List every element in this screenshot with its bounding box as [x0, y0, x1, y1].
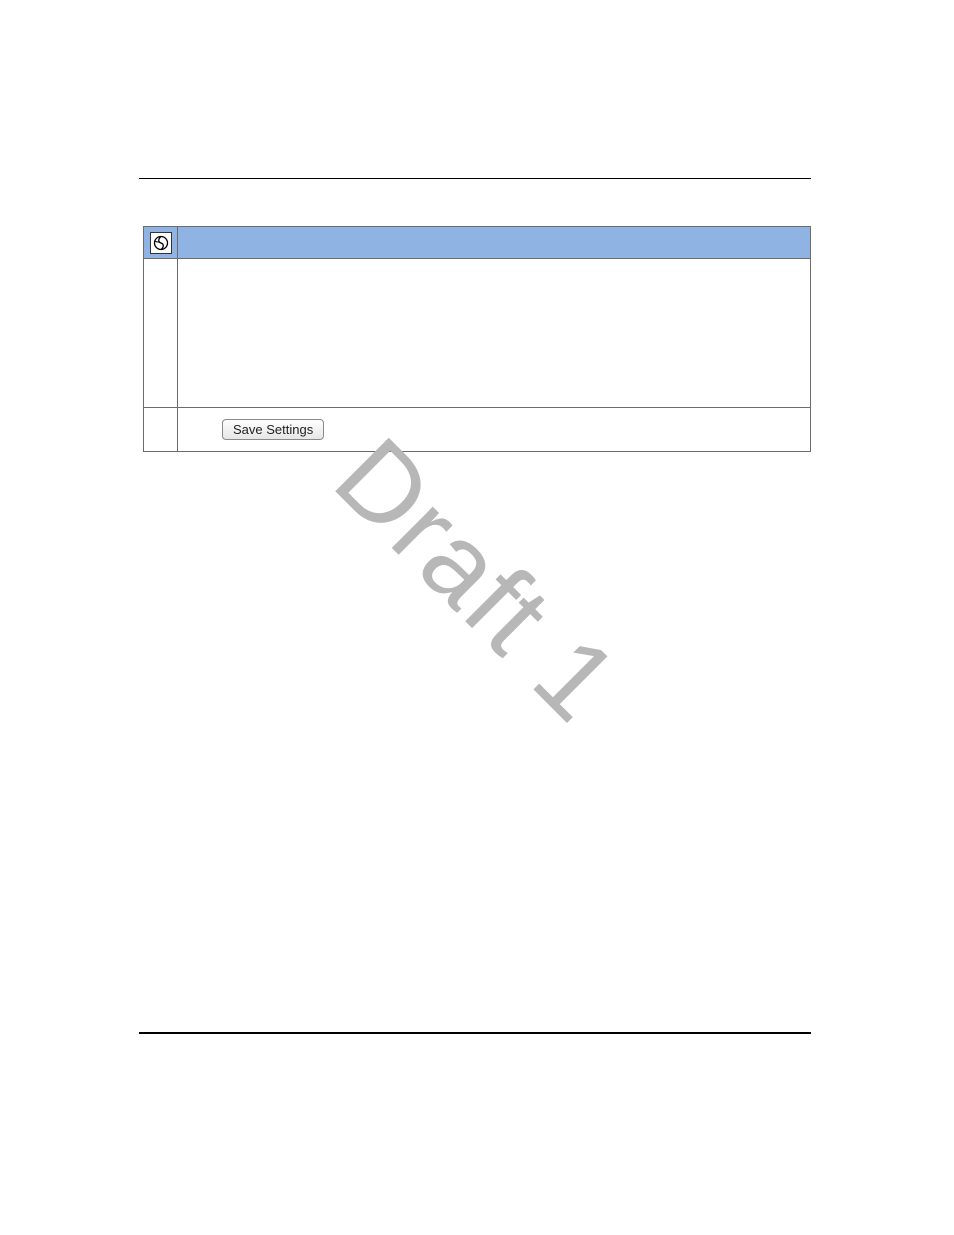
panel-header-title — [178, 227, 810, 258]
save-settings-button[interactable]: Save Settings — [222, 419, 324, 440]
panel-footer-content: Save Settings — [178, 408, 810, 451]
panel-body-row — [144, 259, 810, 407]
bottom-horizontal-rule — [139, 1032, 811, 1034]
draft-watermark: Draft 1 — [310, 413, 643, 746]
panel-footer-left-cell — [144, 408, 178, 451]
panel-body-left-cell — [144, 259, 178, 407]
panel-body-content — [178, 259, 810, 407]
panel-header-row — [144, 227, 810, 259]
panel-header-icon-cell — [144, 227, 178, 258]
globe-icon — [150, 232, 172, 254]
settings-panel: Save Settings — [143, 226, 811, 452]
panel-footer-row: Save Settings — [144, 407, 810, 451]
top-horizontal-rule — [139, 178, 811, 179]
